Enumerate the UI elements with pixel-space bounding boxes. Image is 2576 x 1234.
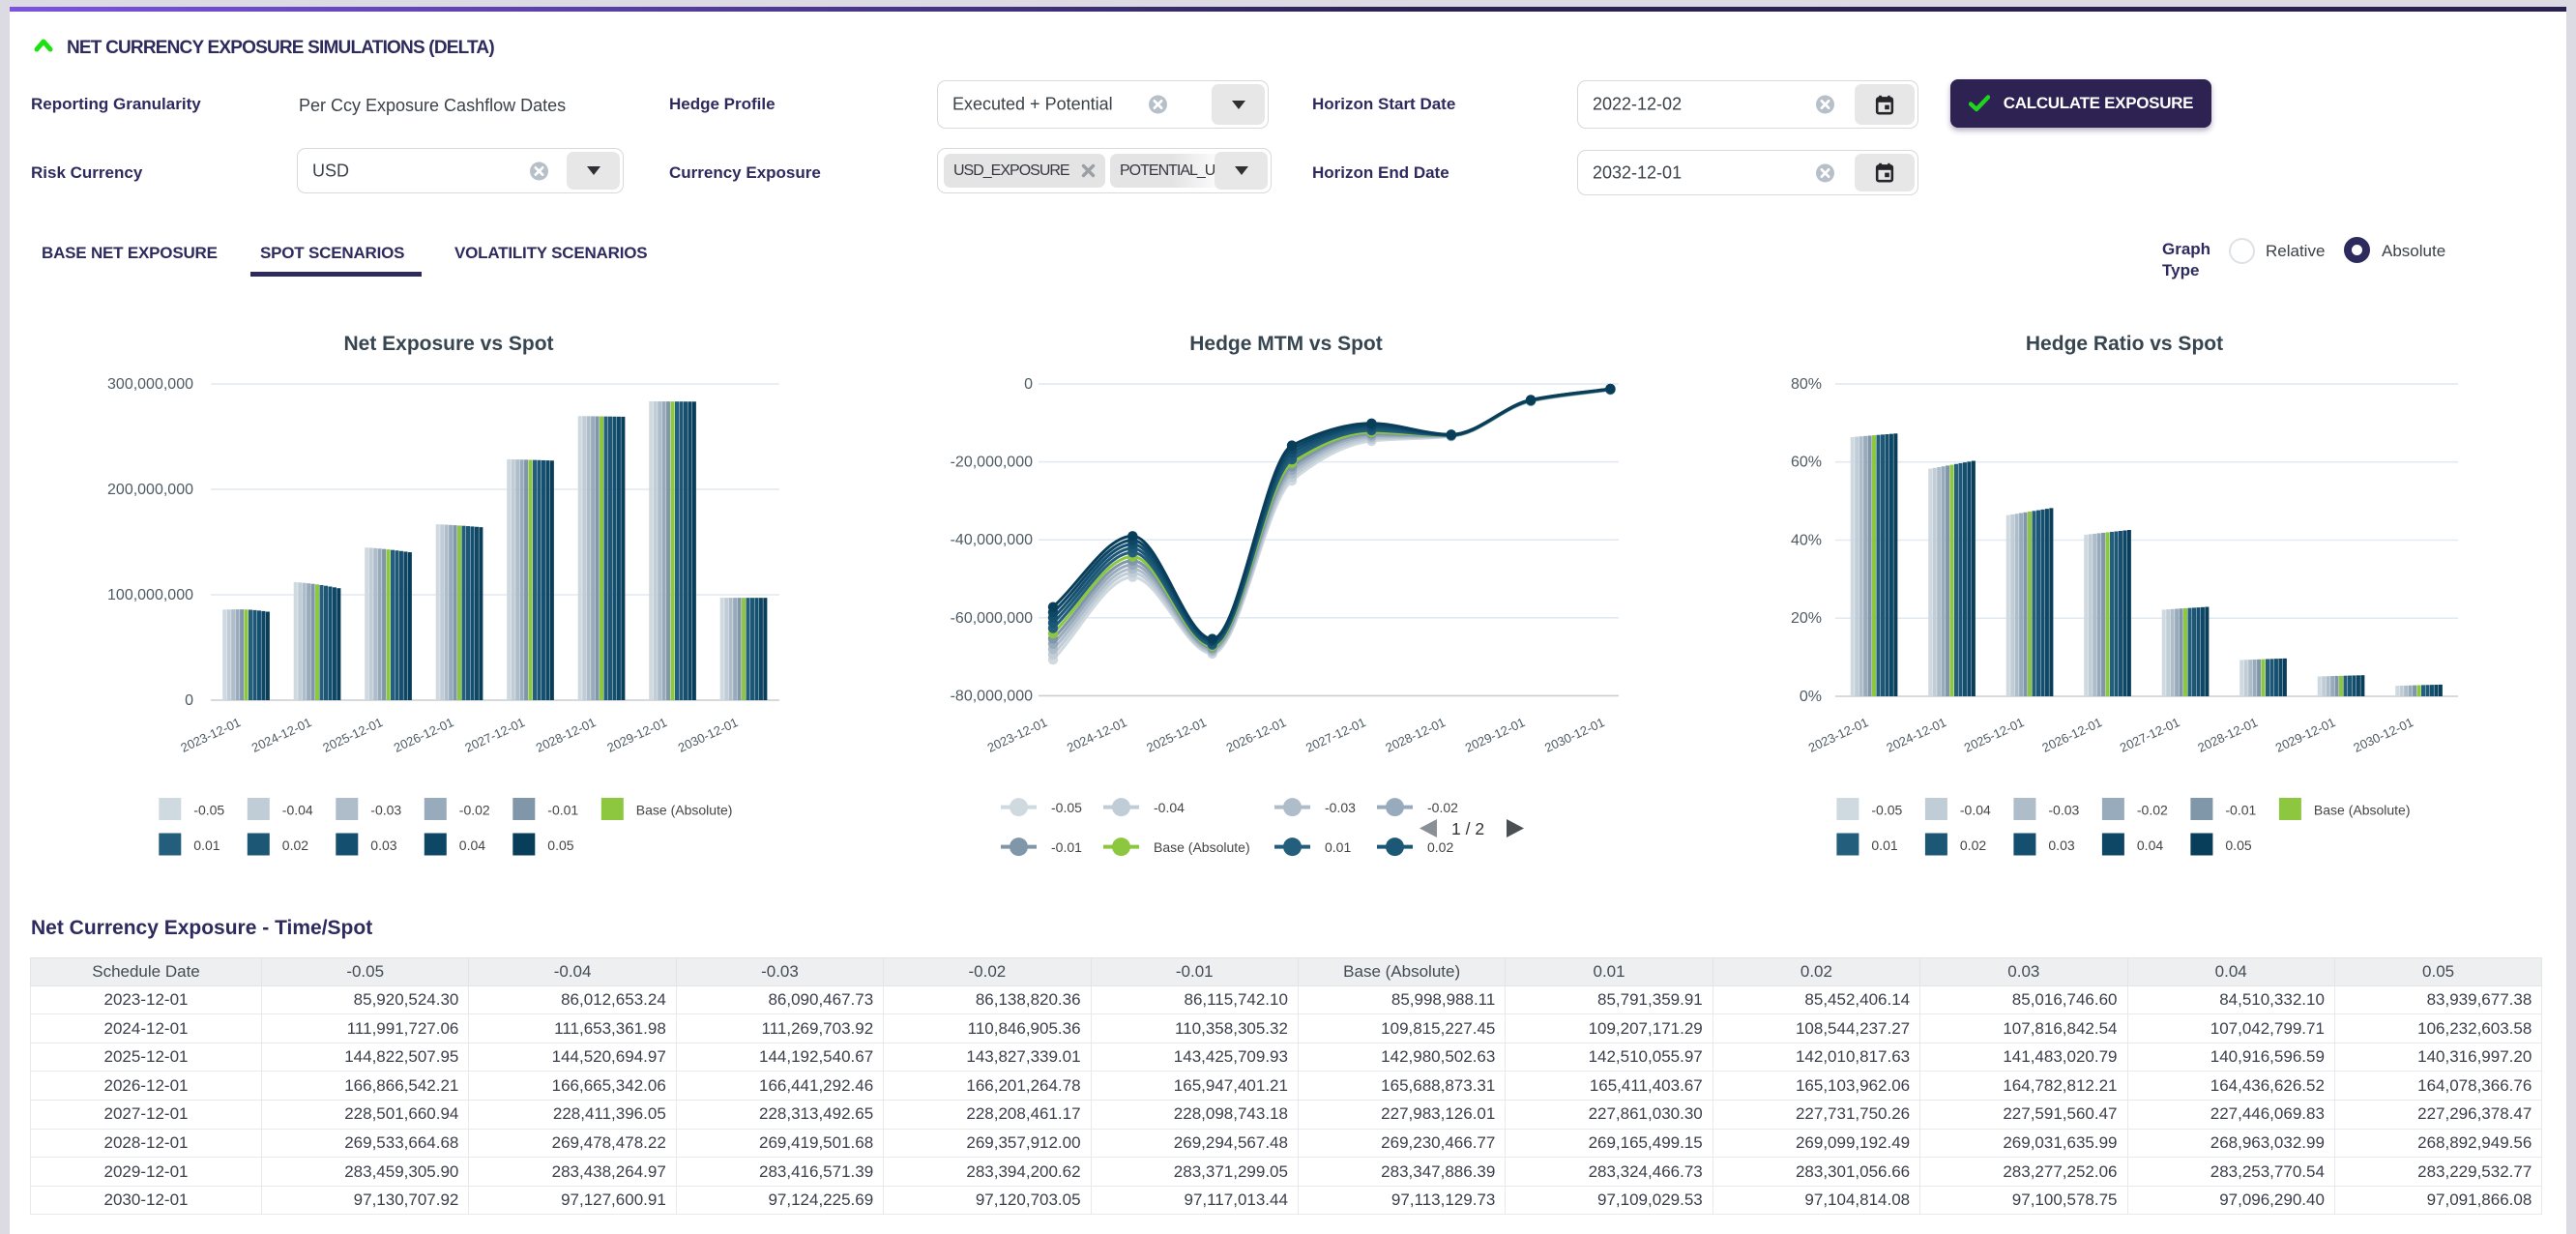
svg-text:Base (Absolute): Base (Absolute) [636,803,733,818]
svg-text:0.05: 0.05 [2225,837,2251,853]
svg-text:-0.05: -0.05 [193,803,224,818]
svg-text:2025-12-01: 2025-12-01 [1144,715,1209,755]
svg-text:20%: 20% [1791,610,1822,627]
svg-text:0.01: 0.01 [1871,837,1897,853]
svg-text:-40,000,000: -40,000,000 [951,532,1034,548]
svg-text:2030-12-01: 2030-12-01 [2351,715,2415,755]
svg-text:0.05: 0.05 [547,837,573,853]
svg-text:2024-12-01: 2024-12-01 [249,715,314,755]
svg-text:2027-12-01: 2027-12-01 [2118,715,2182,755]
svg-text:1 / 2: 1 / 2 [1451,819,1484,838]
svg-text:2028-12-01: 2028-12-01 [534,715,599,755]
svg-text:0: 0 [1024,376,1033,393]
svg-text:-80,000,000: -80,000,000 [951,688,1034,704]
svg-text:0.02: 0.02 [282,837,308,853]
svg-text:0: 0 [185,692,193,709]
svg-text:0.01: 0.01 [193,837,220,853]
svg-text:60%: 60% [1791,455,1822,471]
svg-text:-0.03: -0.03 [370,803,401,818]
svg-text:0.02: 0.02 [1427,839,1453,855]
svg-text:0.04: 0.04 [459,837,485,853]
svg-text:2024-12-01: 2024-12-01 [1065,715,1129,755]
svg-text:-0.02: -0.02 [1427,800,1458,815]
svg-text:40%: 40% [1791,533,1822,549]
svg-text:2025-12-01: 2025-12-01 [320,715,385,755]
svg-text:-0.02: -0.02 [2137,803,2168,818]
svg-text:-0.05: -0.05 [1871,803,1902,818]
svg-text:2026-12-01: 2026-12-01 [2039,715,2104,755]
svg-text:2024-12-01: 2024-12-01 [1884,715,1948,755]
svg-text:-0.02: -0.02 [459,803,490,818]
svg-text:Hedge Ratio vs Spot: Hedge Ratio vs Spot [2026,333,2223,355]
svg-text:2029-12-01: 2029-12-01 [1463,715,1528,755]
svg-text:100,000,000: 100,000,000 [107,587,193,603]
svg-text:2023-12-01: 2023-12-01 [178,715,243,755]
svg-text:-0.01: -0.01 [547,803,578,818]
svg-text:2025-12-01: 2025-12-01 [1962,715,2027,755]
svg-text:0.01: 0.01 [1325,839,1351,855]
svg-text:80%: 80% [1791,376,1822,393]
svg-text:2023-12-01: 2023-12-01 [985,715,1050,755]
svg-text:-0.03: -0.03 [1325,800,1356,815]
svg-text:2029-12-01: 2029-12-01 [2273,715,2338,755]
svg-text:-0.01: -0.01 [1051,839,1082,855]
svg-text:300,000,000: 300,000,000 [107,376,193,393]
svg-text:2030-12-01: 2030-12-01 [676,715,741,755]
svg-text:-0.01: -0.01 [2225,803,2256,818]
svg-text:2030-12-01: 2030-12-01 [1542,715,1607,755]
svg-text:-0.03: -0.03 [2048,803,2079,818]
svg-text:2028-12-01: 2028-12-01 [1383,715,1448,755]
svg-text:0.04: 0.04 [2137,837,2163,853]
svg-text:2026-12-01: 2026-12-01 [1224,715,1289,755]
svg-text:-0.04: -0.04 [1154,800,1185,815]
svg-text:0.03: 0.03 [370,837,396,853]
svg-text:2023-12-01: 2023-12-01 [1806,715,1871,755]
svg-text:2029-12-01: 2029-12-01 [604,715,669,755]
svg-text:Base (Absolute): Base (Absolute) [1154,839,1250,855]
svg-text:-0.05: -0.05 [1051,800,1082,815]
svg-text:Net Exposure vs Spot: Net Exposure vs Spot [343,333,553,355]
svg-text:0.03: 0.03 [2048,837,2074,853]
svg-text:-0.04: -0.04 [1960,803,1991,818]
svg-text:Hedge MTM vs Spot: Hedge MTM vs Spot [1189,333,1383,355]
svg-text:Base (Absolute): Base (Absolute) [2314,803,2411,818]
svg-text:2027-12-01: 2027-12-01 [1303,715,1368,755]
svg-text:2027-12-01: 2027-12-01 [462,715,527,755]
svg-text:-20,000,000: -20,000,000 [951,455,1034,471]
svg-text:200,000,000: 200,000,000 [107,482,193,498]
svg-text:2026-12-01: 2026-12-01 [392,715,456,755]
svg-text:0.02: 0.02 [1960,837,1986,853]
svg-text:-60,000,000: -60,000,000 [951,610,1034,627]
svg-text:2028-12-01: 2028-12-01 [2195,715,2260,755]
svg-text:-0.04: -0.04 [282,803,313,818]
svg-text:0%: 0% [1800,689,1822,705]
